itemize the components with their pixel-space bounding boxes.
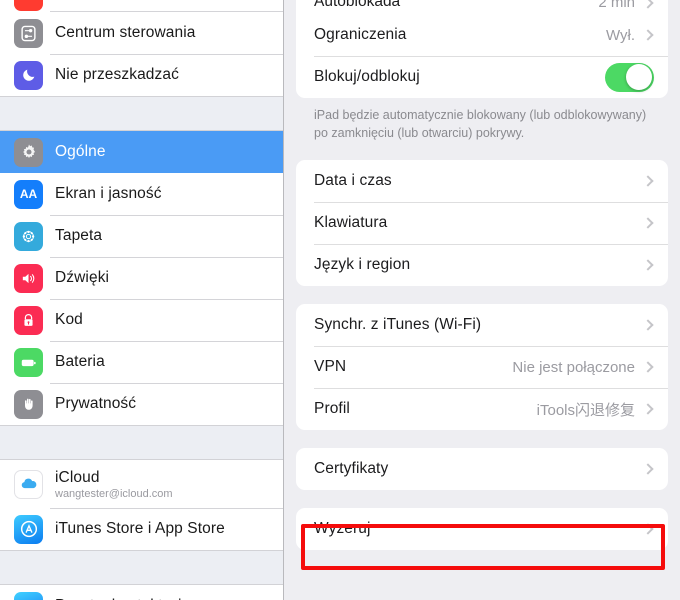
row-itunes-wifi-sync[interactable]: Synchr. z iTunes (Wi-Fi)	[296, 304, 668, 346]
sounds-icon	[14, 263, 43, 293]
certificates-group: Certyfikaty	[296, 448, 668, 491]
chevron-right-icon	[642, 403, 654, 415]
chevron-right-icon	[642, 217, 654, 229]
locale-settings-group: Data i czas Klawiatura Język i region	[296, 160, 668, 287]
chevron-right-icon	[642, 0, 654, 9]
reset-group: Wyzeruj	[296, 508, 668, 551]
app-store-icon	[14, 514, 43, 544]
sidebar-item-general[interactable]: Ogólne	[0, 131, 283, 173]
sidebar-item-sounds[interactable]: Dźwięki	[0, 257, 283, 299]
lock-settings-footnote: iPad będzie automatycznie blokowany (lub…	[314, 108, 647, 141]
sidebar-item-passcode[interactable]: Kod	[0, 299, 283, 341]
row-language-region[interactable]: Język i region	[296, 244, 668, 286]
row-label: Blokuj/odblokuj	[314, 68, 420, 85]
row-vpn[interactable]: VPN Nie jest połączone	[296, 346, 668, 388]
sidebar-item-label: Centrum sterowania	[55, 24, 196, 41]
row-reset[interactable]: Wyzeruj	[296, 508, 668, 550]
sidebar-item-mail-contacts[interactable]: Poczta, kontakty, inne	[0, 585, 283, 600]
row-value: 2 min	[598, 0, 635, 11]
row-label: Profil	[314, 400, 350, 418]
sidebar-group-separator	[0, 425, 283, 460]
sidebar-item-notifications-clipped[interactable]	[0, 0, 283, 12]
sidebar-item-label: Tapeta	[55, 227, 103, 244]
row-autolock[interactable]: Autoblokada 2 min	[296, 0, 668, 14]
row-label: Język i region	[314, 256, 411, 274]
row-lock-unlock[interactable]: Blokuj/odblokuj	[296, 56, 668, 98]
sidebar-group-separator	[0, 550, 283, 585]
sidebar-item-label: Prywatność	[55, 395, 137, 412]
sidebar-group-separator	[0, 96, 283, 131]
chevron-right-icon	[642, 361, 654, 373]
notifications-icon	[14, 0, 43, 11]
settings-screen: Centrum sterowania Nie przeszkadzać Ogól…	[0, 0, 680, 600]
privacy-hand-icon	[14, 389, 43, 419]
do-not-disturb-icon	[14, 60, 43, 90]
sidebar-item-battery[interactable]: Bateria	[0, 341, 283, 383]
sidebar-item-label: Bateria	[55, 353, 105, 370]
row-value: Nie jest połączone	[512, 358, 635, 376]
sidebar-item-label: Ogólne	[55, 143, 106, 160]
row-date-time[interactable]: Data i czas	[296, 160, 668, 202]
row-label: Autoblokada	[314, 0, 401, 10]
chevron-right-icon	[642, 259, 654, 271]
row-value: Wył.	[605, 26, 635, 44]
chevron-right-icon	[642, 523, 654, 535]
sidebar-item-label: iCloud	[55, 468, 100, 486]
icloud-icon	[14, 469, 43, 499]
sidebar-item-label: Dźwięki	[55, 269, 110, 286]
chevron-right-icon	[642, 319, 654, 331]
row-value: iTools闪退修复	[536, 401, 635, 419]
row-label: Wyzeruj	[314, 520, 371, 538]
toggle-knob	[626, 64, 652, 90]
row-label: Klawiatura	[314, 214, 388, 232]
row-keyboard[interactable]: Klawiatura	[296, 202, 668, 244]
chevron-right-icon	[642, 463, 654, 475]
network-settings-group: Synchr. z iTunes (Wi-Fi) VPN Nie jest po…	[296, 304, 668, 431]
aa-glyph: AA	[19, 187, 38, 201]
chevron-right-icon	[642, 29, 654, 41]
sidebar-item-label: Nie przeszkadzać	[55, 66, 179, 83]
battery-icon	[14, 347, 43, 377]
sidebar-item-sublabel: wangtester@icloud.com	[55, 487, 173, 500]
control-center-icon	[14, 18, 43, 48]
row-label: VPN	[314, 358, 347, 376]
chevron-right-icon	[642, 175, 654, 187]
display-brightness-icon: AA	[14, 179, 43, 209]
sidebar-item-label: iTunes Store i App Store	[55, 520, 225, 537]
mail-icon	[14, 591, 43, 600]
row-label: Ograniczenia	[314, 26, 407, 43]
lock-icon	[14, 305, 43, 335]
sidebar-item-label: Kod	[55, 311, 83, 328]
sidebar-item-do-not-disturb[interactable]: Nie przeszkadzać	[0, 54, 283, 96]
row-certificates[interactable]: Certyfikaty	[296, 448, 668, 490]
row-profile[interactable]: Profil iTools闪退修复	[296, 388, 668, 430]
lock-settings-group: Autoblokada 2 min Ograniczenia Wył. Blok…	[296, 0, 668, 98]
wallpaper-icon	[14, 221, 43, 251]
sidebar-item-wallpaper[interactable]: Tapeta	[0, 215, 283, 257]
sidebar-item-control-center[interactable]: Centrum sterowania	[0, 12, 283, 54]
row-label: Data i czas	[314, 172, 392, 190]
settings-sidebar[interactable]: Centrum sterowania Nie przeszkadzać Ogól…	[0, 0, 284, 600]
sidebar-item-display-brightness[interactable]: AA Ekran i jasność	[0, 173, 283, 215]
row-label: Certyfikaty	[314, 460, 389, 478]
sidebar-item-itunes-app-store[interactable]: iTunes Store i App Store	[0, 508, 283, 550]
lock-unlock-toggle[interactable]	[605, 62, 654, 92]
sidebar-item-label: Ekran i jasność	[55, 185, 162, 202]
row-restrictions[interactable]: Ograniczenia Wył.	[296, 14, 668, 56]
sidebar-item-icloud[interactable]: iCloud wangtester@icloud.com	[0, 460, 283, 508]
row-label: Synchr. z iTunes (Wi-Fi)	[314, 316, 482, 334]
sidebar-item-privacy[interactable]: Prywatność	[0, 383, 283, 425]
general-settings-pane: Autoblokada 2 min Ograniczenia Wył. Blok…	[284, 0, 680, 600]
gear-icon	[14, 137, 43, 167]
